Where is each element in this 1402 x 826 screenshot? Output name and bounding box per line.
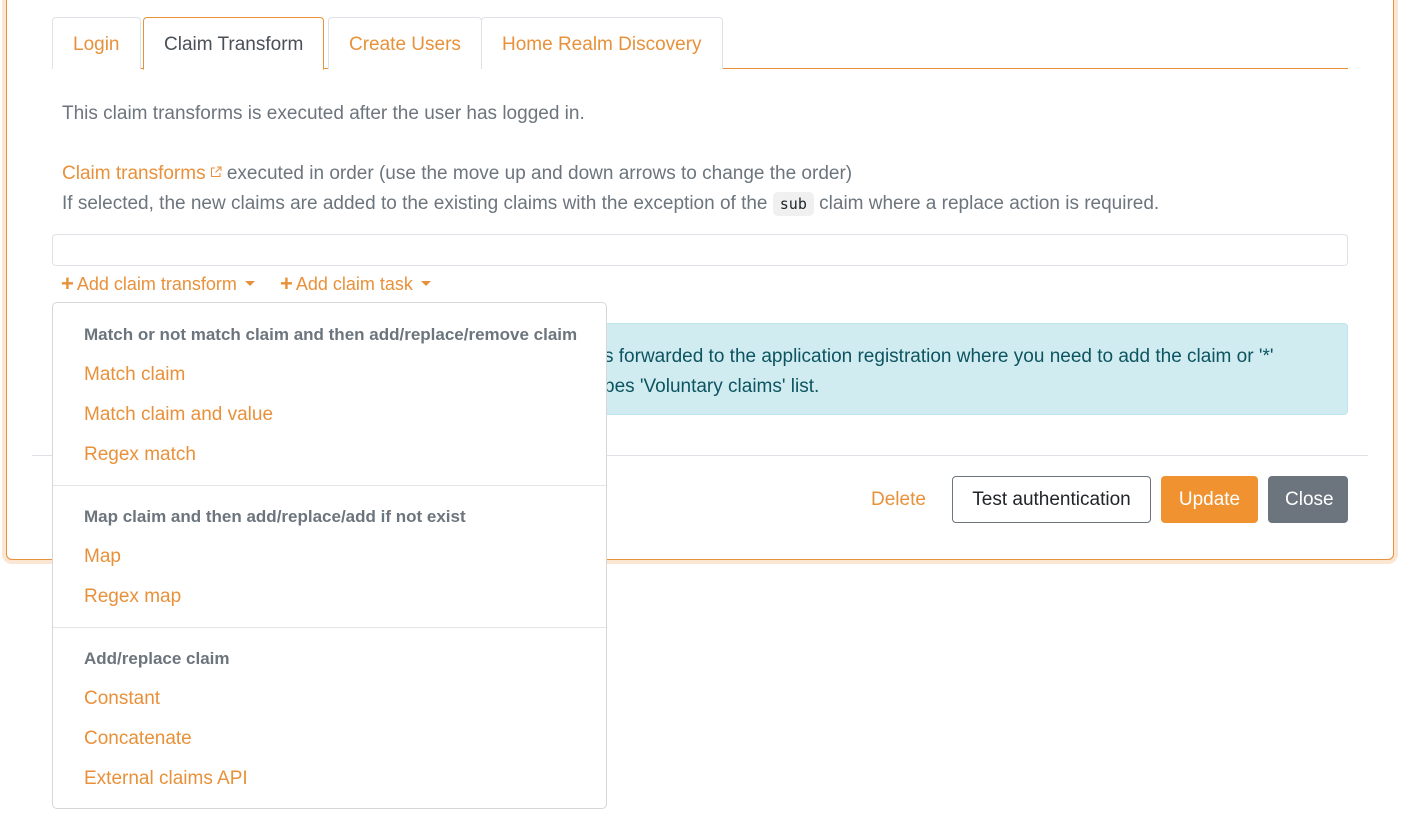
test-authentication-button[interactable]: Test authentication <box>952 476 1151 523</box>
menu-item-concatenate[interactable]: Concatenate <box>84 728 192 750</box>
add-claim-task-button[interactable]: + Add claim task <box>280 271 431 296</box>
menu-divider <box>53 627 606 628</box>
menu-item-regex-match[interactable]: Regex match <box>84 444 196 466</box>
alert-line-2: pes 'Voluntary claims' list. <box>604 376 820 397</box>
order-info: Claim transforms executed in order (use … <box>62 163 852 185</box>
close-button[interactable]: Close <box>1268 476 1348 523</box>
menu-item-match-claim-and-value[interactable]: Match claim and value <box>84 404 273 426</box>
alert-line-1: s forwarded to the application registrat… <box>604 346 1274 367</box>
plus-icon: + <box>280 271 293 296</box>
intro-text: This claim transforms is executed after … <box>62 103 585 124</box>
menu-item-regex-map[interactable]: Regex map <box>84 586 181 608</box>
replace-info-before: If selected, the new claims are added to… <box>62 193 768 214</box>
tab-create-users[interactable]: Create Users <box>328 17 482 69</box>
menu-item-map[interactable]: Map <box>84 546 121 568</box>
order-info-text: executed in order (use the move up and d… <box>226 163 853 184</box>
tab-home-realm-discovery[interactable]: Home Realm Discovery <box>481 17 723 69</box>
caret-down-icon <box>420 281 431 286</box>
delete-button[interactable]: Delete <box>854 476 943 523</box>
replace-info: If selected, the new claims are added to… <box>62 192 1160 216</box>
menu-item-match-claim[interactable]: Match claim <box>84 364 185 386</box>
caret-down-icon <box>244 281 255 286</box>
sub-claim-code: sub <box>772 192 814 216</box>
menu-divider <box>53 485 606 486</box>
external-link-icon <box>210 166 222 177</box>
add-claim-transform-menu: Match or not match claim and then add/re… <box>52 302 607 809</box>
menu-header-map: Map claim and then add/replace/add if no… <box>84 507 466 526</box>
add-claim-transform-button[interactable]: + Add claim transform <box>61 271 255 296</box>
plus-icon: + <box>61 271 74 296</box>
claim-transforms-link[interactable]: Claim transforms <box>62 163 206 184</box>
claim-transform-list <box>52 234 1348 266</box>
tab-claim-transform[interactable]: Claim Transform <box>143 17 325 70</box>
replace-info-after: claim where a replace action is required… <box>819 193 1160 214</box>
tab-login[interactable]: Login <box>52 17 141 69</box>
menu-item-constant[interactable]: Constant <box>84 688 160 710</box>
add-claim-task-label: Add claim task <box>295 274 413 294</box>
menu-header-add-replace: Add/replace claim <box>84 649 230 668</box>
tab-bar: Login Claim Transform Create Users Home … <box>52 17 1348 70</box>
update-button[interactable]: Update <box>1161 476 1258 523</box>
menu-item-external-claims-api[interactable]: External claims API <box>84 768 248 790</box>
menu-header-match: Match or not match claim and then add/re… <box>84 325 578 344</box>
add-claim-transform-label: Add claim transform <box>76 274 237 294</box>
